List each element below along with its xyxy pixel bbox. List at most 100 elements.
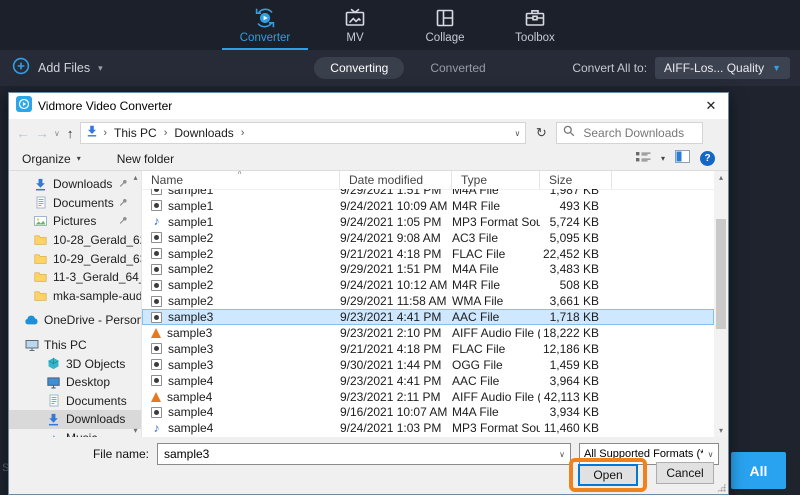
tab-toolbox[interactable]: Toolbox (492, 0, 578, 50)
sidebar-item-10-28-gerald-62[interactable]: 10-28_Gerald_62_ (9, 231, 141, 250)
sidebar-item-this-pc[interactable]: This PC (9, 336, 141, 355)
column-header-date-modified[interactable]: Date modified (340, 171, 452, 189)
folder-icon (33, 253, 48, 265)
address-caret-icon[interactable]: ∨ (515, 129, 521, 138)
search-icon (563, 124, 575, 142)
file-row-sample4-m4a-file[interactable]: sample49/16/2021 10:07 AMM4A File3,934 K… (142, 404, 714, 420)
file-size: 3,483 KB (540, 262, 612, 276)
scroll-up-icon[interactable]: ▴ (133, 173, 137, 182)
sidebar-item-music[interactable]: ♪Music (9, 429, 141, 437)
sidebar-list: DownloadsDocumentsPictures10-28_Gerald_6… (9, 175, 141, 437)
open-button[interactable]: Open (578, 464, 638, 486)
file-row-sample3-aiff-audio-file-v[interactable]: sample39/23/2021 2:10 PMAIFF Audio File … (142, 325, 714, 341)
converted-tab[interactable]: Converted (430, 61, 485, 75)
file-type: M4A File (452, 405, 540, 419)
back-icon[interactable]: ← (16, 126, 30, 140)
column-header-type[interactable]: Type (452, 171, 540, 189)
resize-grip-icon[interactable] (717, 483, 726, 492)
sidebar-item-downloads[interactable]: Downloads (9, 410, 141, 429)
file-name: sample2 (168, 262, 213, 276)
converting-tab[interactable]: Converting (314, 57, 404, 79)
tab-collage[interactable]: Collage (402, 0, 488, 50)
sidebar-item-desktop[interactable]: Desktop (9, 373, 141, 392)
sidebar-scrollbar[interactable]: ▴ ▾ (130, 171, 141, 437)
dialog-content: DownloadsDocumentsPictures10-28_Gerald_6… (9, 171, 728, 437)
media-file-icon (151, 312, 162, 323)
media-file-icon (151, 375, 162, 386)
file-list-scrollbar[interactable]: ▴ ▾ (714, 171, 728, 437)
file-type: M4R File (452, 199, 540, 213)
sidebar-item-10-29-gerald-63[interactable]: 10-29_Gerald_63_ (9, 249, 141, 268)
file-type: AIFF Audio File (V... (452, 390, 540, 404)
file-size: 508 KB (540, 278, 612, 292)
history-caret-icon[interactable]: ∨ (54, 129, 60, 138)
sidebar-item-pictures[interactable]: Pictures (9, 212, 141, 231)
cancel-button[interactable]: Cancel (656, 462, 714, 484)
file-row-sample3-flac-file[interactable]: sample39/21/2021 4:18 PMFLAC File12,186 … (142, 341, 714, 357)
file-row-sample2-ac3-file[interactable]: sample29/24/2021 9:08 AMAC3 File5,095 KB (142, 230, 714, 246)
file-row-sample2-m4r-file[interactable]: sample29/24/2021 10:12 AMM4R File508 KB (142, 277, 714, 293)
file-row-sample3-aac-file[interactable]: sample39/23/2021 4:41 PMAAC File1,718 KB (142, 309, 714, 325)
file-row-sample4-aiff-audio-file-v[interactable]: sample49/23/2021 2:11 PMAIFF Audio File … (142, 389, 714, 405)
sidebar-item-documents[interactable]: Documents (9, 194, 141, 213)
file-row-sample2-flac-file[interactable]: sample29/21/2021 4:18 PMFLAC File22,452 … (142, 246, 714, 262)
tab-converter-label: Converter (240, 32, 291, 44)
refresh-icon[interactable]: ↻ (531, 125, 551, 141)
file-row-sample3-ogg-file[interactable]: sample39/30/2021 1:44 PMOGG File1,459 KB (142, 357, 714, 373)
view-mode-caret-icon[interactable]: ▾ (661, 154, 665, 163)
file-name-combo[interactable]: ∨ (157, 443, 571, 465)
file-type: M4A File (452, 262, 540, 276)
file-row-sample1-m4r-file[interactable]: sample19/24/2021 10:09 AMM4R File493 KB (142, 198, 714, 214)
search-input[interactable] (581, 125, 695, 141)
help-icon[interactable]: ? (700, 151, 715, 166)
folder-icon (33, 271, 48, 283)
preview-pane-icon[interactable] (675, 150, 690, 168)
dialog-navbar: ← → ∨ ↑ › This PC › Downloads › ∨ ↻ (9, 119, 728, 147)
tab-mv[interactable]: MV (312, 0, 398, 50)
file-date: 9/30/2021 1:44 PM (340, 358, 452, 372)
address-bar[interactable]: › This PC › Downloads › ∨ (80, 122, 526, 144)
tab-converter[interactable]: Converter (222, 0, 308, 50)
view-mode-icon[interactable] (636, 150, 651, 168)
document-icon (46, 394, 61, 407)
convert-all-button[interactable]: All (731, 452, 786, 489)
close-icon[interactable]: ✕ (694, 93, 728, 119)
organize-button[interactable]: Organize ▾ (22, 152, 81, 166)
sidebar-item-11-3-gerald-64-4[interactable]: 11-3_Gerald_64_4 (9, 268, 141, 287)
sidebar-item-3d-objects[interactable]: 3D Objects (9, 354, 141, 373)
sidebar-item-downloads[interactable]: Downloads (9, 175, 141, 194)
sidebar-item-onedrive-person[interactable]: OneDrive - Person (9, 311, 141, 330)
new-folder-button[interactable]: New folder (117, 152, 174, 166)
scroll-down-icon[interactable]: ▾ (719, 426, 723, 435)
desktop-icon (46, 376, 61, 389)
file-name-input[interactable] (158, 447, 554, 461)
search-box[interactable] (556, 122, 703, 144)
open-file-dialog: Vidmore Video Converter ✕ ← → ∨ ↑ › This… (8, 92, 729, 495)
file-row-sample4-mp3-format-sound[interactable]: ♪sample49/24/2021 1:03 PMMP3 Format Soun… (142, 420, 714, 436)
scroll-down-icon[interactable]: ▾ (133, 426, 137, 435)
scrollbar-thumb[interactable] (716, 219, 726, 329)
up-icon[interactable]: ↑ (67, 126, 74, 141)
file-row-sample2-wma-file[interactable]: sample29/29/2021 11:58 AMWMA File3,661 K… (142, 293, 714, 309)
sidebar-item-mka-sample-aud[interactable]: mka-sample-aud (9, 287, 141, 306)
file-row-sample1-mp3-format-sound[interactable]: ♪sample19/24/2021 1:05 PMMP3 Format Soun… (142, 214, 714, 230)
sidebar-item-documents[interactable]: Documents (9, 392, 141, 411)
scroll-up-icon[interactable]: ▴ (719, 173, 723, 182)
objects3d-icon (46, 357, 61, 370)
file-row-sample2-m4a-file[interactable]: sample29/29/2021 1:51 PMM4A File3,483 KB (142, 261, 714, 277)
media-file-icon (151, 296, 162, 307)
file-row-sample4-aac-file[interactable]: sample49/23/2021 4:41 PMAAC File3,964 KB (142, 373, 714, 389)
column-header-size[interactable]: Size (540, 171, 612, 189)
breadcrumb-this-pc[interactable]: This PC (112, 126, 159, 140)
vlc-cone-icon (151, 392, 161, 402)
file-row-sample1-m4a-file[interactable]: sample19/29/2021 1:51 PMM4A File1,987 KB (142, 189, 714, 198)
file-size: 493 KB (540, 199, 612, 213)
output-format-dropdown[interactable]: AIFF-Los... Quality ▼ (655, 57, 790, 79)
app-tabbar: Converter MV Collage Toolbox (0, 0, 800, 50)
forward-icon[interactable]: → (35, 126, 49, 140)
sort-asc-icon: ∧ (237, 171, 242, 176)
file-rows-viewport: sample19/29/2021 1:51 PMM4A File1,987 KB… (142, 189, 714, 437)
file-name-caret-icon[interactable]: ∨ (554, 450, 570, 459)
breadcrumb-downloads[interactable]: Downloads (172, 126, 235, 140)
file-date: 9/23/2021 2:10 PM (340, 326, 452, 340)
